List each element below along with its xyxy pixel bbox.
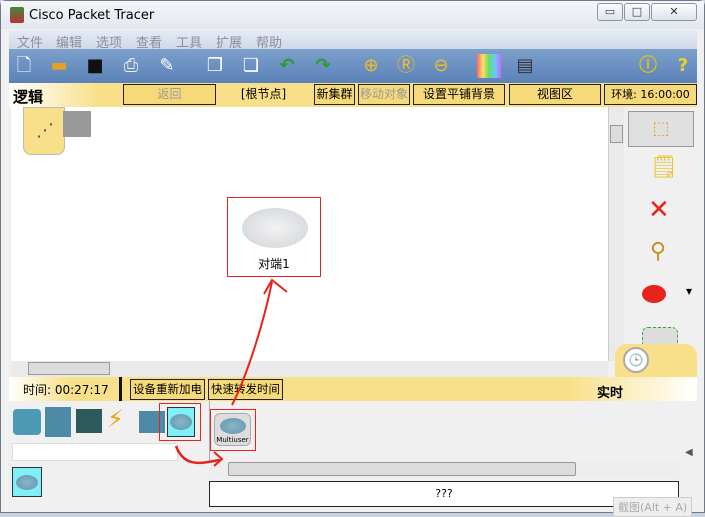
annotation-arrow-up [231,281,273,406]
annotation-arrowhead [213,451,224,467]
annotation-arrowhead [263,278,288,295]
red-annotations [174,278,288,467]
annotation-arrow-right [174,445,221,465]
